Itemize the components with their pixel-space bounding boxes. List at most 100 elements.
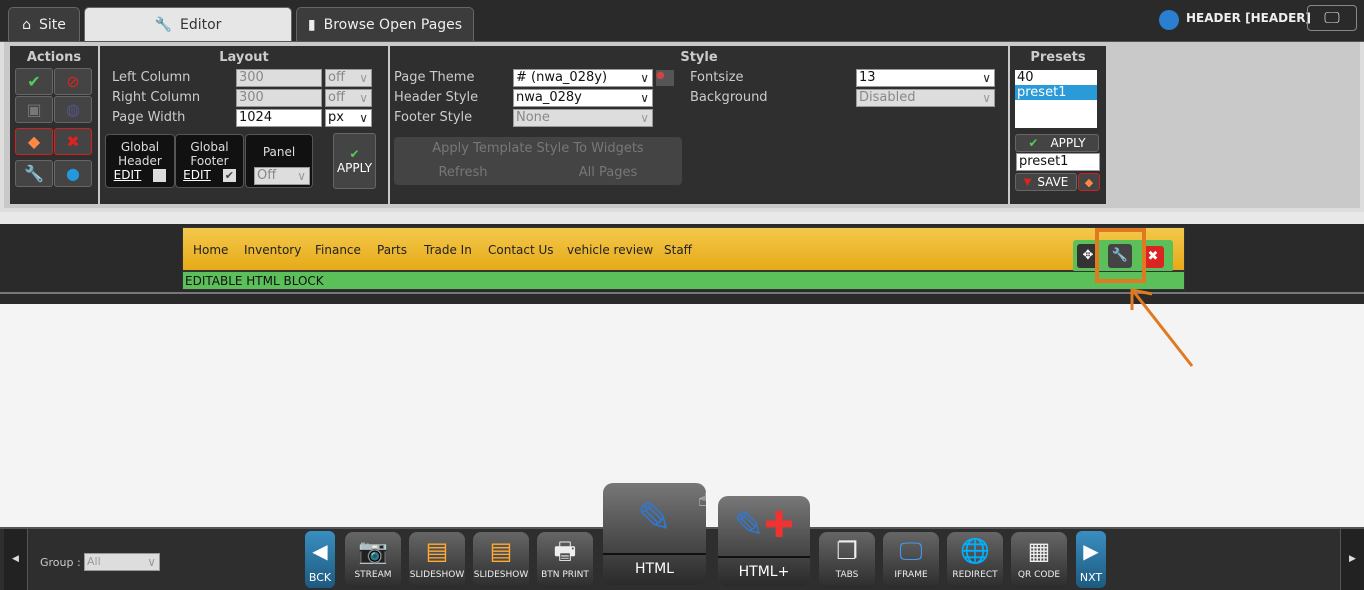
right-column-input[interactable]: 300: [236, 89, 322, 107]
refresh-button[interactable]: Refresh: [394, 163, 532, 183]
style-actions-group: Apply Template Style To Widgets Refresh …: [394, 137, 682, 185]
page-theme-select[interactable]: # (nwa_028y): [513, 69, 653, 87]
global-header-edit-link[interactable]: EDIT: [114, 168, 142, 182]
stage-top: [0, 212, 1364, 224]
check-icon: ✔: [27, 72, 41, 91]
global-header-checkbox[interactable]: [153, 169, 167, 182]
move-icon: ✥: [1082, 248, 1094, 263]
widget-html-plus[interactable]: ✎✚ HTML+: [718, 496, 810, 586]
nav-trade-in[interactable]: Trade In: [424, 243, 472, 257]
page-width-input[interactable]: 1024: [236, 109, 322, 127]
printer-icon: 🖶: [553, 537, 577, 565]
globe-icon: ◍: [66, 100, 80, 119]
info-button[interactable]: ●: [54, 160, 92, 187]
check-icon: ✔: [1028, 136, 1039, 150]
preset-delete-button[interactable]: ◆: [1078, 173, 1100, 191]
forbidden-icon: ⊘: [66, 72, 80, 91]
presets-list[interactable]: 40 preset1: [1015, 70, 1097, 128]
footer-style-select[interactable]: None: [513, 109, 653, 127]
webcam-icon: 📷: [358, 537, 388, 565]
header-style-select[interactable]: nwa_028y: [513, 89, 653, 107]
highlight-box: [1095, 228, 1146, 283]
nav-finance[interactable]: Finance: [315, 243, 361, 257]
annotation-arrow: [1130, 288, 1194, 367]
nav-staff[interactable]: Staff: [664, 243, 692, 257]
actions-panel: Actions ✔ ⊘ ▣ ◍ ◆ ✖ 🔧 ●: [10, 46, 98, 204]
tab-browse-open-pages[interactable]: ▮ Browse Open Pages: [296, 7, 474, 41]
color-palette-icon[interactable]: ●: [656, 70, 674, 86]
wrench-icon: 🔧: [154, 16, 172, 33]
preview-button[interactable]: 🖵: [1307, 5, 1357, 31]
globe-button[interactable]: ◍: [54, 96, 92, 123]
pencil-icon: ✎: [636, 493, 673, 542]
editable-html-block[interactable]: EDITABLE HTML BLOCK: [182, 271, 1185, 290]
info-icon: ●: [66, 164, 80, 183]
left-column-input[interactable]: 300: [236, 69, 322, 87]
triangle-down-icon: ▼: [1023, 176, 1032, 188]
eraser-button[interactable]: ◆: [15, 128, 53, 155]
confirm-button[interactable]: ✔: [15, 68, 53, 95]
widget-redirect[interactable]: 🌐 REDIRECT: [947, 532, 1003, 588]
preset-name-input[interactable]: preset1: [1016, 153, 1100, 171]
widget-slideshow-2[interactable]: ▤ SLIDESHOW: [473, 532, 529, 588]
cancel-button[interactable]: ⊘: [54, 68, 92, 95]
global-footer-edit-link[interactable]: EDIT: [183, 168, 211, 182]
apply-template-style-button[interactable]: Apply Template Style To Widgets: [394, 139, 682, 159]
background-select[interactable]: Disabled: [856, 89, 995, 107]
nav-home[interactable]: Home: [193, 243, 228, 257]
widget-html[interactable]: ✎ HTML: [603, 483, 706, 585]
page-width-unit-select[interactable]: px: [325, 109, 372, 127]
nav-inventory[interactable]: Inventory: [244, 243, 301, 257]
global-footer-block: Global Footer EDIT ✔: [175, 134, 244, 188]
widget-stream[interactable]: 📷 STREAM: [345, 532, 401, 588]
widget-btn-print[interactable]: 🖶 BTN PRINT: [537, 532, 593, 588]
eraser-icon: ◆: [27, 132, 41, 151]
tab-site[interactable]: ⌂ Site: [8, 7, 80, 41]
floppy-icon: ▣: [26, 100, 42, 119]
header-widget[interactable]: Home Inventory Finance Parts Trade In Co…: [182, 227, 1185, 272]
preset-apply-button[interactable]: ✔ APPLY: [1015, 134, 1099, 152]
delete-button[interactable]: ✖: [54, 128, 92, 155]
all-pages-button[interactable]: All Pages: [534, 163, 682, 183]
back-button[interactable]: ◀ BCK: [305, 531, 335, 588]
widget-slideshow[interactable]: ▤ SLIDESHOW: [409, 532, 465, 588]
preset-item[interactable]: 40: [1015, 70, 1097, 85]
right-column-unit-select[interactable]: off: [325, 89, 372, 107]
nav-vehicle-review[interactable]: vehicle review: [567, 243, 653, 257]
slideshow-icon: ▤: [425, 537, 449, 565]
tabs-icon: ❐: [836, 537, 858, 565]
pages-icon: ▮: [307, 16, 316, 33]
close-icon: ✖: [66, 132, 80, 151]
layout-panel: Layout Left Column 300 off Right Column …: [100, 46, 388, 204]
fontsize-select[interactable]: 13: [856, 69, 995, 87]
header-widget-icon: [1159, 10, 1179, 30]
save-button[interactable]: ▣: [15, 96, 53, 123]
nav-parts[interactable]: Parts: [377, 243, 407, 257]
panel-select[interactable]: Off: [254, 167, 310, 185]
settings-button[interactable]: 🔧: [15, 160, 53, 187]
monitor-icon: 🖵: [899, 537, 923, 565]
widget-iframe[interactable]: 🖵 IFRAME: [883, 532, 939, 588]
widget-qr-code[interactable]: ▦ QR CODE: [1011, 532, 1067, 588]
global-footer-checkbox[interactable]: ✔: [222, 169, 236, 182]
layout-apply-button[interactable]: ✔ APPLY: [333, 133, 376, 189]
wrench-icon: 🔧: [24, 164, 44, 183]
global-header-block: Global Header EDIT: [105, 134, 175, 188]
widget-tabs[interactable]: ❐ TABS: [819, 532, 875, 588]
next-button[interactable]: ▶ NXT: [1076, 531, 1106, 588]
eraser-icon: ◆: [1084, 175, 1094, 189]
check-icon: ✔: [349, 147, 360, 161]
preset-save-button[interactable]: ▼ SAVE: [1015, 173, 1077, 191]
globe-arrow-icon: 🌐: [960, 537, 990, 565]
left-column-unit-select[interactable]: off: [325, 69, 372, 87]
tab-editor[interactable]: 🔧 Editor: [84, 7, 292, 41]
context-label: HEADER [HEADER]: [1186, 11, 1311, 25]
scroll-left-button[interactable]: ◀: [4, 529, 28, 590]
preset-item-selected[interactable]: preset1: [1015, 85, 1097, 100]
monitor-icon: 🖵: [1324, 8, 1340, 27]
style-panel: Style Page Theme # (nwa_028y) ● Header S…: [390, 46, 1008, 204]
group-select[interactable]: All: [84, 553, 160, 571]
nav-contact-us[interactable]: Contact Us: [488, 243, 554, 257]
scroll-right-button[interactable]: ▶: [1340, 529, 1364, 590]
slideshow-icon: ▤: [489, 537, 513, 565]
